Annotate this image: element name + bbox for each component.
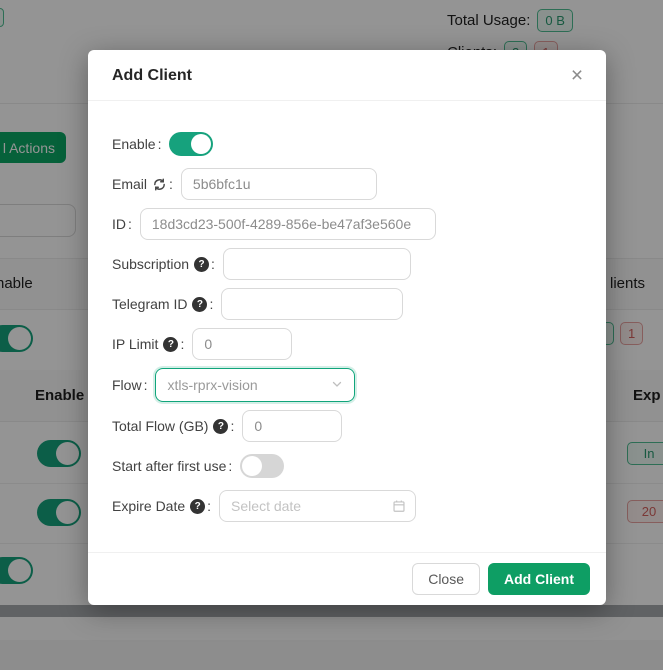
id-input[interactable] <box>140 208 436 240</box>
ip-limit-row: IP Limit ?: <box>112 328 582 360</box>
telegram-id-row: Telegram ID ?: <box>112 288 582 320</box>
expire-date-input[interactable] <box>219 490 416 522</box>
flow-label: Flow <box>112 377 142 393</box>
help-icon[interactable]: ? <box>213 419 228 434</box>
help-icon[interactable]: ? <box>192 297 207 312</box>
enable-toggle[interactable] <box>169 132 213 156</box>
modal-body: Enable: Email : ID: Subscription <box>88 101 606 552</box>
add-client-button[interactable]: Add Client <box>488 563 590 595</box>
flow-row: Flow: xtls-rprx-vision <box>112 368 582 402</box>
flow-select-value: xtls-rprx-vision <box>167 377 257 393</box>
expire-date-row: Expire Date ?: <box>112 490 582 522</box>
close-button[interactable]: Close <box>412 563 480 595</box>
modal-title: Add Client <box>112 67 192 84</box>
calendar-icon <box>392 499 406 513</box>
start-after-first-use-toggle[interactable] <box>240 454 284 478</box>
id-row: ID: <box>112 208 582 240</box>
subscription-input[interactable] <box>223 248 411 280</box>
chevron-down-icon <box>331 377 343 393</box>
screen: Total Usage: 0 B Clients: 2 1 l Actions … <box>0 0 663 670</box>
modal-footer: Close Add Client <box>88 552 606 605</box>
total-flow-row: Total Flow (GB) ?: <box>112 410 582 442</box>
close-icon[interactable]: × <box>564 63 590 89</box>
refresh-icon[interactable] <box>152 177 167 192</box>
subscription-label: Subscription <box>112 256 189 272</box>
help-icon[interactable]: ? <box>163 337 178 352</box>
telegram-id-label: Telegram ID <box>112 296 187 312</box>
subscription-row: Subscription ?: <box>112 248 582 280</box>
start-after-first-use-label: Start after first use <box>112 458 226 474</box>
email-row: Email : <box>112 168 582 200</box>
total-flow-label: Total Flow (GB) <box>112 418 208 434</box>
flow-select[interactable]: xtls-rprx-vision <box>155 368 355 402</box>
ip-limit-input[interactable] <box>192 328 292 360</box>
help-icon[interactable]: ? <box>190 499 205 514</box>
total-flow-input[interactable] <box>242 410 342 442</box>
help-icon[interactable]: ? <box>194 257 209 272</box>
expire-date-label: Expire Date <box>112 498 185 514</box>
ip-limit-label: IP Limit <box>112 336 158 352</box>
telegram-id-input[interactable] <box>221 288 403 320</box>
id-label: ID <box>112 216 126 232</box>
enable-label: Enable <box>112 136 156 152</box>
modal-header: Add Client × <box>88 50 606 101</box>
enable-row: Enable: <box>112 128 582 160</box>
start-after-first-use-row: Start after first use: <box>112 450 582 482</box>
email-label: Email <box>112 176 147 192</box>
add-client-modal: Add Client × Enable: Email : ID: <box>88 50 606 605</box>
email-input[interactable] <box>181 168 377 200</box>
